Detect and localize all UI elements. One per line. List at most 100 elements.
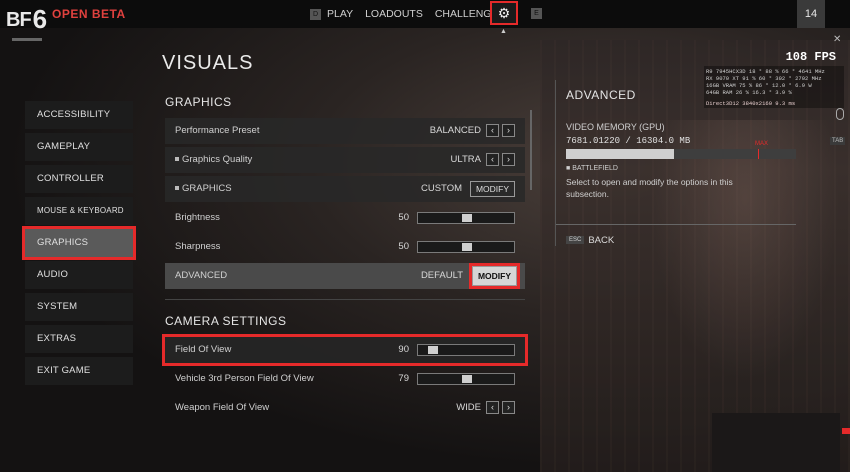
key-hint-left: D [310,8,321,20]
performance-preset-arrows: ‹ › [483,124,515,137]
chevron-left-icon[interactable]: ‹ [486,153,499,166]
sidebar-item-exit-game[interactable]: EXIT GAME [25,357,133,385]
vehicle-fov-value: 79 [398,373,409,384]
field-of-view-value: 90 [398,344,409,355]
sharpness-label: Sharpness [175,241,221,252]
sidebar-item-gameplay[interactable]: GAMEPLAY [25,133,133,161]
field-of-view-slider[interactable] [417,344,515,356]
panel-divider [556,224,796,225]
red-marker [842,428,850,434]
game-logo: BF6 [6,4,47,34]
vehicle-fov-slider[interactable] [417,373,515,385]
stats-line: R9 7945HCX3D 18 ° 88 % 66 ° 4641 MHz [706,68,825,75]
field-of-view-row[interactable]: Field Of View 90 [162,334,528,366]
stats-line: 64GB RAM 26 % 16.3 ° 3.9 % [706,89,792,96]
performance-overlay: 108 FPS R9 7945HCX3D 18 ° 88 % 66 ° 4641… [704,50,844,108]
graphics-custom-label: GRAPHICS [182,183,232,194]
video-memory-label: VIDEO MEMORY (GPU) [566,122,665,132]
fps-counter: 108 FPS [785,50,836,64]
advanced-row[interactable]: ADVANCED DEFAULT MODIFY [165,263,525,289]
camera-settings-heading: CAMERA SETTINGS [165,314,287,328]
section-divider [165,299,525,300]
performance-preset-value: BALANCED [429,125,481,136]
sidebar-item-accessibility[interactable]: ACCESSIBILITY [25,101,133,129]
key-hint-right: E [531,8,542,19]
video-memory-fill [566,149,675,159]
esc-key-hint: ESC [566,236,585,245]
vehicle-fov-label: Vehicle 3rd Person Field Of View [175,373,314,384]
tab-key-hint: TAB [830,137,846,145]
sharpness-row[interactable]: Sharpness 50 [165,234,525,260]
graphics-custom-value: CUSTOM [421,183,462,194]
brightness-slider[interactable] [417,212,515,224]
chevron-right-icon[interactable]: › [502,153,515,166]
nav-loadouts[interactable]: LOADOUTS [365,8,423,20]
advanced-description: Select to open and modify the options in… [566,177,733,199]
video-memory-bar: MAX [566,141,796,159]
stats-line: RX 9070 XT 91 % 60 ° 302 ° 2702 MHz [706,75,822,82]
page-title: VISUALS [162,52,254,74]
settings-panel: GRAPHICS Performance Preset BALANCED ‹ › … [162,95,528,424]
open-beta-label: OPEN BETA [52,7,126,21]
api-resolution-line: Direct3D12 3840x2160 9.3 ms [706,100,796,107]
graphics-quality-row[interactable]: Graphics Quality ULTRA ‹ › [165,147,525,173]
graphics-quality-arrows: ‹ › [483,153,515,166]
modified-dot-icon [175,186,179,191]
slider-knob[interactable] [462,375,472,383]
back-label: BACK [588,235,615,246]
slider-knob[interactable] [462,243,472,251]
settings-gear-icon[interactable]: ⚙ [490,1,518,25]
chevron-right-icon[interactable]: › [502,401,515,414]
max-label: MAX [755,141,769,147]
weapon-fov-value: WIDE [456,402,481,413]
slider-knob[interactable] [427,346,438,354]
graphics-custom-row[interactable]: GRAPHICS CUSTOM MODIFY [165,176,525,202]
webcam-overlay-box [712,413,840,472]
advanced-value: DEFAULT [420,270,463,281]
graphics-quality-label: Graphics Quality [182,154,253,165]
scrollbar[interactable] [530,110,532,190]
chevron-left-icon[interactable]: ‹ [486,401,499,414]
advanced-modify-button[interactable]: MODIFY [468,263,521,289]
sharpness-slider[interactable] [417,241,515,253]
performance-preset-label: Performance Preset [175,125,260,136]
sidebar-item-extras[interactable]: EXTRAS [25,325,133,353]
field-of-view-label: Field Of View [175,344,232,355]
modified-dot-icon [175,157,179,162]
performance-preset-row[interactable]: Performance Preset BALANCED ‹ › [165,118,525,144]
vehicle-fov-row[interactable]: Vehicle 3rd Person Field Of View 79 [165,366,525,392]
selected-caret-icon: ▲ [500,28,507,35]
hardware-stats: R9 7945HCX3D 18 ° 88 % 66 ° 4641 MHz RX … [704,66,844,108]
sidebar-item-audio[interactable]: AUDIO [25,261,133,289]
sidebar-item-system[interactable]: SYSTEM [25,293,133,321]
advanced-label: ADVANCED [175,270,228,281]
brightness-row[interactable]: Brightness 50 [165,205,525,231]
nav-play[interactable]: PLAY [327,8,353,20]
chevron-left-icon[interactable]: ‹ [486,124,499,137]
battlefield-legend: ■ BATTLEFIELD [566,165,618,172]
graphics-modify-button[interactable]: MODIFY [469,181,515,197]
sharpness-value: 50 [398,241,409,252]
chevron-right-icon[interactable]: › [502,124,515,137]
sidebar-item-controller[interactable]: CONTROLLER [25,165,133,193]
graphics-heading: GRAPHICS [165,95,232,109]
settings-sidebar: ACCESSIBILITY GAMEPLAY CONTROLLER MOUSE … [22,101,136,389]
back-indicator [12,38,42,41]
main-nav: D PLAY LOADOUTS CHALLENGES [310,0,517,28]
max-marker [758,149,759,159]
player-level-badge[interactable]: 14 [797,0,825,28]
weapon-fov-row[interactable]: Weapon Field Of View WIDE ‹ › [165,395,525,421]
brightness-label: Brightness [175,212,220,223]
graphics-quality-value: ULTRA [450,154,481,165]
slider-knob[interactable] [462,214,472,222]
back-button[interactable]: ESC BACK [566,235,795,246]
stats-line: 16GB VRAM 75 % 86 ° 12.0 ° 6.9 W [706,82,812,89]
top-bar: BF6 OPEN BETA D PLAY LOADOUTS CHALLENGES… [0,0,850,34]
mouse-icon [836,108,844,120]
brightness-value: 50 [398,212,409,223]
weapon-fov-arrows: ‹ › [483,401,515,414]
sidebar-item-mouse-keyboard[interactable]: MOUSE & KEYBOARD [25,197,133,225]
sidebar-item-graphics[interactable]: GRAPHICS [22,226,136,260]
close-icon[interactable]: ✕ [833,34,841,45]
weapon-fov-label: Weapon Field Of View [175,402,270,413]
